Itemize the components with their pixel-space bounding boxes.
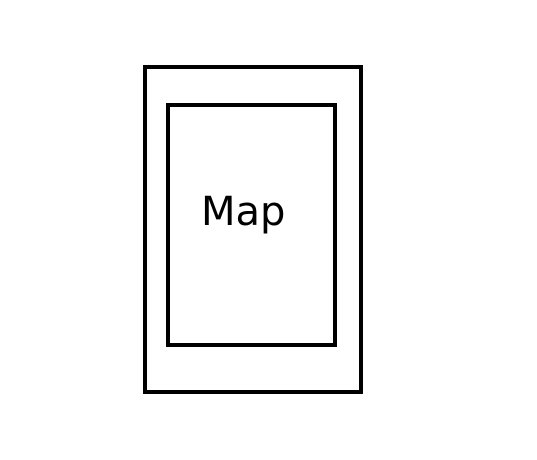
diagram-canvas: Map xyxy=(0,0,537,460)
map-label: Map xyxy=(201,189,286,235)
